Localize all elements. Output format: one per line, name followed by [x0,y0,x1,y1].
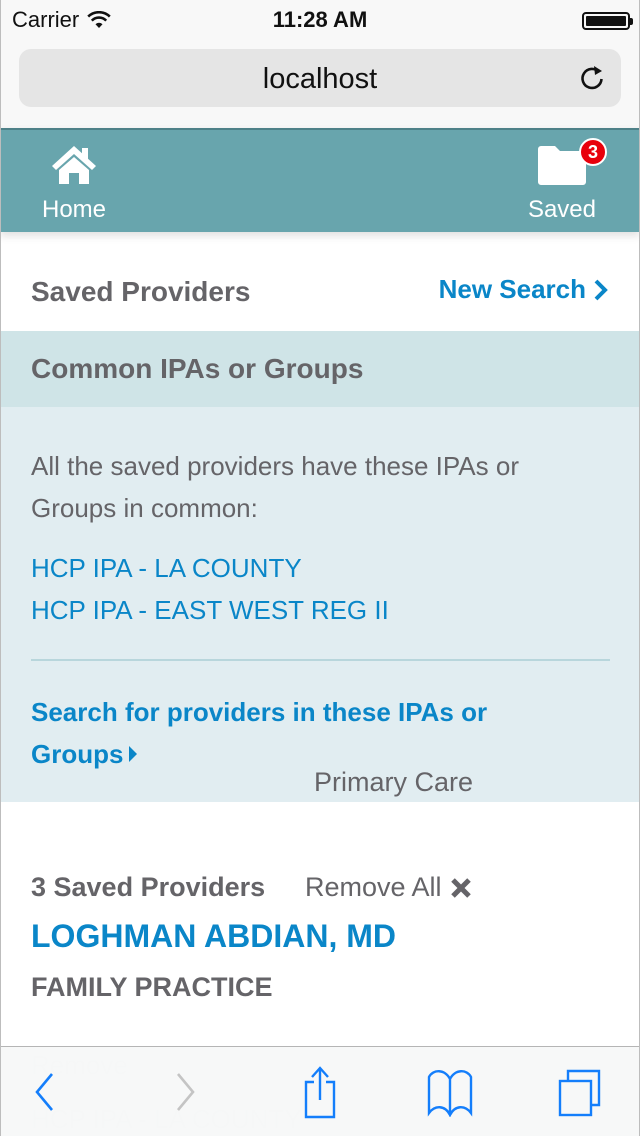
browser-toolbar [0,1046,640,1136]
nav-home-button[interactable]: Home [42,142,106,224]
new-search-link[interactable]: New Search [439,274,608,305]
divider [31,659,610,661]
provider-specialty: FAMILY PRACTICE [31,972,273,1002]
new-search-label: New Search [438,274,586,304]
forward-button[interactable] [160,1047,210,1136]
common-ipas-list: HCP IPA - LA COUNTY HCP IPA - EAST WEST … [31,547,609,631]
nav-home-label: Home [42,196,107,223]
home-icon [52,146,97,184]
title-row: Saved Providers New Search [0,232,640,331]
share-button[interactable] [290,1047,350,1136]
remove-all-button[interactable]: Remove All [305,872,472,903]
nav-saved-label: Saved [527,196,596,223]
close-icon [450,877,471,898]
ipa-link[interactable]: HCP IPA - EAST WEST REG II [31,589,609,631]
url-text[interactable]: localhost [19,63,621,96]
provider-name-link[interactable]: LOGHMAN ABDIAN, MD [31,918,396,955]
share-icon [304,1066,336,1119]
provider-category-tag: Primary Care [304,764,484,801]
back-icon [35,1073,53,1111]
page-title: Saved Providers [31,276,251,307]
nav-saved-button[interactable]: 3 Saved [527,138,607,224]
tabs-icon [558,1069,601,1117]
common-ipas-panel: All the saved providers have these IPAs … [0,407,640,802]
search-ipas-link[interactable]: Search for providers in these IPAs or Gr… [31,691,551,775]
forward-icon [177,1073,195,1111]
common-ipas-title: Common IPAs or Groups [31,353,364,384]
status-bar: Carrier 11:28 AM [0,0,640,40]
app-nav-bar: Home 3 Saved [0,128,640,232]
common-ipas-description: All the saved providers have these IPAs … [31,451,519,523]
bookmarks-button[interactable] [420,1047,480,1136]
common-ipas-header: Common IPAs or Groups [0,331,640,407]
remove-all-label: Remove All [305,872,442,902]
page-content: Saved Providers New Search Common IPAs o… [0,232,640,1102]
reload-icon[interactable] [577,63,607,93]
ipa-link[interactable]: HCP IPA - LA COUNTY [31,547,609,589]
back-button[interactable] [20,1047,70,1136]
tabs-button[interactable] [550,1047,610,1136]
saved-providers-count: 3 Saved Providers [31,872,266,902]
address-bar[interactable]: localhost [19,49,621,107]
caret-right-icon [129,746,138,762]
browser-address-area: localhost [0,40,640,128]
battery-icon [582,12,633,30]
search-ipas-label: Search for providers in these IPAs or Gr… [31,697,488,769]
saved-count-badge: 3 [578,138,607,166]
bookmarks-icon [427,1070,473,1117]
clock: 11:28 AM [272,7,368,32]
chevron-right-icon [594,279,608,300]
